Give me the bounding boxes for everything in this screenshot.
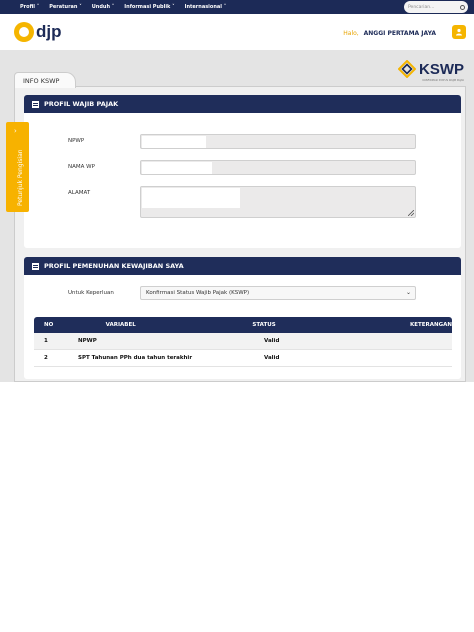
row-variabel: NPWP <box>78 338 97 344</box>
user-name[interactable]: ANGGI PERTAMA JAYA <box>364 30 436 37</box>
greeting-text: Halo, <box>343 30 359 37</box>
keperluan-label: Untuk Keperluan <box>68 290 114 296</box>
djp-logo[interactable]: djp <box>14 22 62 42</box>
kewajiban-table: NO VARIABEL STATUS KETERANGAN 1 NPWP Val… <box>34 317 452 367</box>
user-icon <box>456 28 462 36</box>
kswp-logo-subtitle: KONFIRMASI STATUS WAJIB PAJAK <box>422 79 464 82</box>
kswp-logo: KSWP KONFIRMASI STATUS WAJIB PAJAK <box>398 60 464 82</box>
alamat-field <box>140 186 416 218</box>
row-status: Valid <box>264 338 280 344</box>
site-header: djp Halo, ANGGI PERTAMA JAYA <box>0 14 474 50</box>
user-menu-button[interactable] <box>452 25 466 39</box>
user-greeting: Halo, ANGGI PERTAMA JAYA <box>343 30 436 37</box>
menu-informasi-publik[interactable]: Informasi Publik ˅ <box>124 4 174 10</box>
row-status: Valid <box>264 355 280 361</box>
djp-logo-text: djp <box>36 22 62 41</box>
document-icon <box>32 100 39 108</box>
npwp-label: NPWP <box>68 138 85 144</box>
tab-info-kswp[interactable]: INFO KSWP <box>14 72 76 88</box>
row-no: 2 <box>44 355 48 361</box>
search-icon[interactable] <box>460 4 465 10</box>
table-row: 2 SPT Tahunan PPh dua tahun terakhir Val… <box>34 350 452 367</box>
top-navbar: Profil ˅ Peraturan ˅ Unduh ˅ Informasi P… <box>0 0 474 14</box>
search-placeholder: Pencarian... <box>408 4 435 10</box>
petunjuk-pengisian-label: Petunjuk Pengisian <box>17 149 24 206</box>
menu-profil[interactable]: Profil ˅ <box>20 4 39 10</box>
profil-pemenuhan-header: PROFIL PEMENUHAN KEWAJIBAN SAYA <box>24 257 461 275</box>
profil-pemenuhan-title: PROFIL PEMENUHAN KEWAJIBAN SAYA <box>44 262 184 270</box>
table-row: 1 NPWP Valid <box>34 333 452 350</box>
menu-unduh[interactable]: Unduh ˅ <box>92 4 115 10</box>
chevron-right-icon: › <box>14 127 17 135</box>
nama-wp-label: NAMA WP <box>68 164 95 170</box>
search-input[interactable]: Pencarian... <box>404 1 468 13</box>
profil-wajib-pajak-title: PROFIL WAJIB PAJAK <box>44 100 119 108</box>
resize-handle-icon[interactable] <box>408 210 414 216</box>
table-header: NO VARIABEL STATUS KETERANGAN <box>34 317 452 333</box>
kswp-logo-icon <box>398 60 416 78</box>
document-icon <box>32 262 39 270</box>
col-variabel: VARIABEL <box>105 322 136 328</box>
top-menu: Profil ˅ Peraturan ˅ Unduh ˅ Informasi P… <box>20 4 226 10</box>
npwp-field <box>140 134 416 149</box>
nama-wp-field <box>140 160 416 175</box>
row-no: 1 <box>44 338 48 344</box>
keperluan-select[interactable]: Konfirmasi Status Wajib Pajak (KSWP) ⌄ <box>140 286 416 300</box>
profil-wajib-pajak-header: PROFIL WAJIB PAJAK <box>24 95 461 113</box>
kswp-logo-text: KSWP <box>419 60 464 78</box>
menu-peraturan[interactable]: Peraturan ˅ <box>49 4 82 10</box>
col-status: STATUS <box>252 322 276 328</box>
djp-logo-ring-icon <box>14 22 34 42</box>
col-no: NO <box>44 322 54 328</box>
keperluan-selected-value: Konfirmasi Status Wajib Pajak (KSWP) <box>146 290 250 296</box>
row-variabel: SPT Tahunan PPh dua tahun terakhir <box>78 355 193 361</box>
chevron-down-icon: ⌄ <box>405 289 411 296</box>
alamat-label: ALAMAT <box>68 190 91 196</box>
petunjuk-pengisian-tab[interactable]: › Petunjuk Pengisian <box>6 122 29 212</box>
menu-internasional[interactable]: Internasional ˅ <box>185 4 227 10</box>
col-keterangan: KETERANGAN <box>410 322 452 328</box>
